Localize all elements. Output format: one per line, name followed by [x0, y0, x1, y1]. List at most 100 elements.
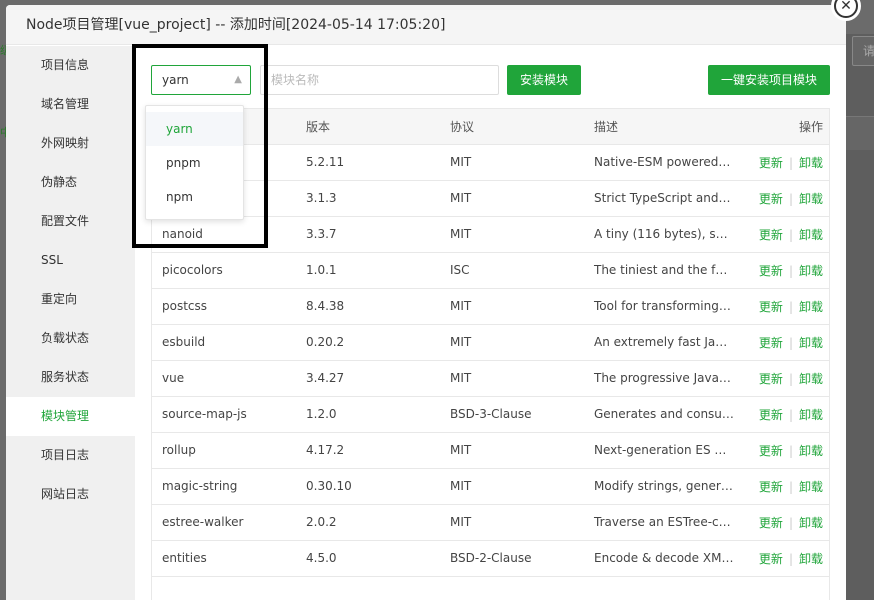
cell-license: MIT: [440, 360, 584, 397]
update-link[interactable]: 更新: [759, 300, 783, 314]
package-manager-dropdown: yarn pnpm npm: [145, 105, 244, 220]
dropdown-option-npm[interactable]: npm: [146, 180, 243, 214]
background-search-input: 请: [852, 36, 874, 66]
action-separator: |: [788, 443, 793, 458]
dialog-title: Node项目管理[vue_project] -- 添加时间[2024-05-14…: [6, 5, 846, 45]
action-separator: |: [788, 227, 793, 242]
dropdown-option-pnpm[interactable]: pnpm: [146, 146, 243, 180]
update-link[interactable]: 更新: [759, 408, 783, 422]
cell-version: 5.2.11: [296, 144, 440, 181]
action-separator: |: [788, 155, 793, 170]
action-separator: |: [788, 551, 793, 566]
table-row: esbuild0.20.2MITAn extremely fast JavaSc…: [152, 324, 829, 361]
column-header-license: 协议: [440, 109, 584, 145]
cell-version: 0.20.2: [296, 324, 440, 361]
update-link[interactable]: 更新: [759, 336, 783, 350]
column-header-description: 描述: [584, 109, 734, 145]
uninstall-link[interactable]: 卸载: [799, 228, 823, 242]
cell-actions: 更新 | 卸载: [734, 216, 829, 253]
cell-license: BSD-3-Clause: [440, 396, 584, 433]
module-name-input[interactable]: [260, 65, 499, 95]
action-separator: |: [788, 515, 793, 530]
table-row: vue3.4.27MITThe progressive JavaScript f…: [152, 360, 829, 397]
dropdown-option-yarn[interactable]: yarn: [146, 112, 243, 146]
uninstall-link[interactable]: 卸载: [799, 408, 823, 422]
table-row: vite5.2.11MITNative-ESM powered web dev …: [152, 144, 829, 181]
sidebar-item[interactable]: 模块管理: [6, 397, 135, 436]
sidebar-item[interactable]: 外网映射: [6, 124, 135, 163]
sidebar-item[interactable]: 域名管理: [6, 85, 135, 124]
cell-name: picocolors: [152, 252, 296, 289]
update-link[interactable]: 更新: [759, 192, 783, 206]
install-module-button[interactable]: 安装模块: [507, 65, 581, 95]
cell-version: 3.4.27: [296, 360, 440, 397]
package-manager-select[interactable]: yarn ▲: [151, 65, 251, 95]
cell-name: magic-string: [152, 468, 296, 505]
uninstall-link[interactable]: 卸载: [799, 480, 823, 494]
cell-actions: 更新 | 卸载: [734, 324, 829, 361]
update-link[interactable]: 更新: [759, 372, 783, 386]
cell-actions: 更新 | 卸载: [734, 288, 829, 325]
sidebar-item[interactable]: 负载状态: [6, 319, 135, 358]
sidebar-item[interactable]: 网站日志: [6, 475, 135, 514]
sidebar-item[interactable]: SSL: [6, 241, 135, 280]
update-link[interactable]: 更新: [759, 552, 783, 566]
cell-description: The progressive JavaScript framework: [584, 360, 734, 397]
cell-actions: 更新 | 卸载: [734, 468, 829, 505]
cell-description: Traverse an ESTree-compliant AST: [584, 504, 734, 541]
cell-name: nanoid: [152, 216, 296, 253]
cell-name: rollup: [152, 432, 296, 469]
column-header-version: 版本: [296, 109, 440, 145]
uninstall-link[interactable]: 卸载: [799, 444, 823, 458]
cell-description: Encode & decode XML and HTML entities: [584, 540, 734, 577]
table-row: magic-string 0.30.10 MIT Modify strings, ge…: [152, 468, 829, 505]
install-all-modules-button[interactable]: 一键安装项目模块: [708, 65, 830, 95]
uninstall-link[interactable]: 卸载: [799, 300, 823, 314]
cell-name: entities: [152, 540, 296, 577]
sidebar-item[interactable]: 伪静态: [6, 163, 135, 202]
cell-actions: 更新 | 卸载: [734, 144, 829, 181]
update-link[interactable]: 更新: [759, 156, 783, 170]
cell-name: postcss: [152, 288, 296, 325]
uninstall-link[interactable]: 卸载: [799, 552, 823, 566]
cell-version: 4.5.0: [296, 540, 440, 577]
uninstall-link[interactable]: 卸载: [799, 336, 823, 350]
sidebar-item[interactable]: 项目日志: [6, 436, 135, 475]
cell-actions: 更新 | 卸载: [734, 180, 829, 217]
update-link[interactable]: 更新: [759, 228, 783, 242]
sidebar-item[interactable]: 配置文件: [6, 202, 135, 241]
cell-version: 3.3.7: [296, 216, 440, 253]
update-link[interactable]: 更新: [759, 516, 783, 530]
update-link[interactable]: 更新: [759, 264, 783, 278]
cell-actions: 更新 | 卸载: [734, 360, 829, 397]
cell-version: 4.17.2: [296, 432, 440, 469]
cell-description: Native-ESM powered web dev build tool: [584, 144, 734, 181]
uninstall-link[interactable]: 卸载: [799, 372, 823, 386]
cell-description: The tiniest and the fastest library: [584, 252, 734, 289]
update-link[interactable]: 更新: [759, 444, 783, 458]
cell-description: Generates and consumes source maps: [584, 396, 734, 433]
table-row: nanoid3.3.7MITA tiny (116 bytes), secure…: [152, 216, 829, 253]
sidebar-item[interactable]: 项目信息: [6, 46, 135, 85]
action-separator: |: [788, 479, 793, 494]
cell-description: Next-generation ES module bundler: [584, 432, 734, 469]
sidebar-item[interactable]: 重定向: [6, 280, 135, 319]
action-separator: |: [788, 191, 793, 206]
uninstall-link[interactable]: 卸载: [799, 192, 823, 206]
cell-version: 8.4.38: [296, 288, 440, 325]
sidebar-item[interactable]: 服务状态: [6, 358, 135, 397]
uninstall-link[interactable]: 卸载: [799, 156, 823, 170]
cell-license: ISC: [440, 252, 584, 289]
update-link[interactable]: 更新: [759, 480, 783, 494]
cell-license: MIT: [440, 180, 584, 217]
cell-license: MIT: [440, 432, 584, 469]
table-row: typescript3.1.3MITStrict TypeScript and …: [152, 180, 829, 217]
cell-description: Tool for transforming styles with JS: [584, 288, 734, 325]
table-row: source-map-js 1.2.0 BSD-3-Clause Generates …: [152, 396, 829, 433]
uninstall-link[interactable]: 卸载: [799, 264, 823, 278]
background-table-header: [846, 116, 874, 150]
uninstall-link[interactable]: 卸载: [799, 516, 823, 530]
cell-license: MIT: [440, 324, 584, 361]
cell-actions: 更新 | 卸载: [734, 252, 829, 289]
action-separator: |: [788, 407, 793, 422]
